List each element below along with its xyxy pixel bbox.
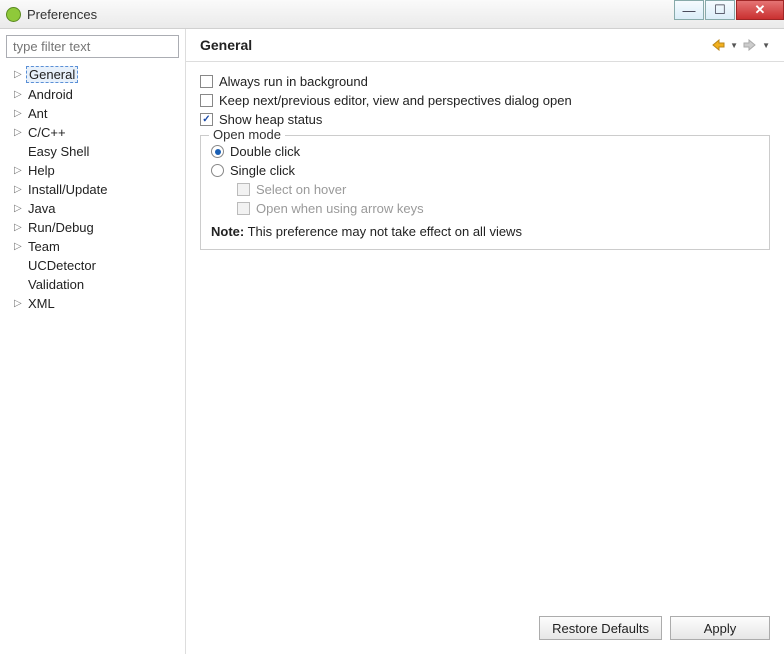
footer: Restore Defaults Apply: [186, 606, 784, 654]
note-row: Note: This preference may not take effec…: [211, 224, 759, 239]
window-controls: — ☐ ✕: [673, 0, 784, 20]
expand-icon[interactable]: ▷: [14, 108, 26, 119]
main-panel: General ▼ ▼ Always run in background Kee…: [186, 29, 784, 654]
back-menu-icon[interactable]: ▼: [730, 41, 738, 50]
expand-icon[interactable]: ▷: [14, 69, 26, 80]
tree-item-label: Run/Debug: [26, 220, 96, 235]
filter-input[interactable]: [6, 35, 179, 58]
window-titlebar: Preferences — ☐ ✕: [0, 0, 784, 29]
tree-item-label: Team: [26, 239, 62, 254]
tree-item-validation[interactable]: ▷Validation: [6, 275, 179, 294]
tree-item-team[interactable]: ▷Team: [6, 237, 179, 256]
expand-icon[interactable]: ▷: [14, 89, 26, 100]
page-header: General ▼ ▼: [186, 29, 784, 62]
expand-icon[interactable]: ▷: [14, 298, 26, 309]
tree-item-easy-shell[interactable]: ▷Easy Shell: [6, 142, 179, 161]
tree-item-label: XML: [26, 296, 57, 311]
tree-item-label: UCDetector: [26, 258, 98, 273]
maximize-button[interactable]: ☐: [705, 0, 735, 20]
expand-icon[interactable]: ▷: [14, 222, 26, 233]
note-text: This preference may not take effect on a…: [248, 224, 522, 239]
checkbox-open-arrow: [237, 202, 250, 215]
label-run-background: Always run in background: [219, 74, 368, 89]
checkbox-heap-status[interactable]: [200, 113, 213, 126]
apply-button[interactable]: Apply: [670, 616, 770, 640]
expand-icon[interactable]: ▷: [14, 241, 26, 252]
tree-item-label: Android: [26, 87, 75, 102]
tree-item-android[interactable]: ▷Android: [6, 85, 179, 104]
minimize-button[interactable]: —: [674, 0, 704, 20]
forward-menu-icon[interactable]: ▼: [762, 41, 770, 50]
close-button[interactable]: ✕: [736, 0, 784, 20]
category-tree: ▷General▷Android▷Ant▷C/C++▷Easy Shell▷He…: [6, 64, 179, 313]
tree-item-general[interactable]: ▷General: [6, 64, 179, 85]
open-mode-group: Open mode Double click Single click Sele…: [200, 135, 770, 250]
label-heap-status: Show heap status: [219, 112, 322, 127]
tree-item-label: General: [26, 66, 78, 83]
note-label: Note:: [211, 224, 244, 239]
tree-item-xml[interactable]: ▷XML: [6, 294, 179, 313]
tree-item-label: Validation: [26, 277, 86, 292]
label-keep-editor: Keep next/previous editor, view and pers…: [219, 93, 572, 108]
tree-item-label: Ant: [26, 106, 50, 121]
radio-double-click[interactable]: [211, 145, 224, 158]
restore-defaults-button[interactable]: Restore Defaults: [539, 616, 662, 640]
page-content: Always run in background Keep next/previ…: [186, 62, 784, 606]
sidebar: ▷General▷Android▷Ant▷C/C++▷Easy Shell▷He…: [0, 29, 186, 654]
expand-icon[interactable]: ▷: [14, 165, 26, 176]
tree-item-run-debug[interactable]: ▷Run/Debug: [6, 218, 179, 237]
window-title: Preferences: [27, 7, 97, 22]
checkbox-keep-editor[interactable]: [200, 94, 213, 107]
tree-item-label: Help: [26, 163, 57, 178]
tree-item-label: Java: [26, 201, 57, 216]
label-double-click: Double click: [230, 144, 300, 159]
expand-icon[interactable]: ▷: [14, 184, 26, 195]
radio-single-click[interactable]: [211, 164, 224, 177]
page-title: General: [200, 37, 252, 53]
tree-item-java[interactable]: ▷Java: [6, 199, 179, 218]
label-open-arrow: Open when using arrow keys: [256, 201, 424, 216]
tree-item-install-update[interactable]: ▷Install/Update: [6, 180, 179, 199]
tree-item-help[interactable]: ▷Help: [6, 161, 179, 180]
tree-item-label: C/C++: [26, 125, 68, 140]
label-select-hover: Select on hover: [256, 182, 346, 197]
tree-item-label: Install/Update: [26, 182, 110, 197]
tree-item-ucdetector[interactable]: ▷UCDetector: [6, 256, 179, 275]
tree-item-label: Easy Shell: [26, 144, 91, 159]
forward-arrow-icon[interactable]: [742, 37, 758, 53]
checkbox-run-background[interactable]: [200, 75, 213, 88]
app-icon: [6, 7, 21, 22]
label-single-click: Single click: [230, 163, 295, 178]
open-mode-legend: Open mode: [209, 127, 285, 142]
tree-item-c-c-[interactable]: ▷C/C++: [6, 123, 179, 142]
checkbox-select-hover: [237, 183, 250, 196]
expand-icon[interactable]: ▷: [14, 127, 26, 138]
back-arrow-icon[interactable]: [710, 37, 726, 53]
tree-item-ant[interactable]: ▷Ant: [6, 104, 179, 123]
expand-icon[interactable]: ▷: [14, 203, 26, 214]
